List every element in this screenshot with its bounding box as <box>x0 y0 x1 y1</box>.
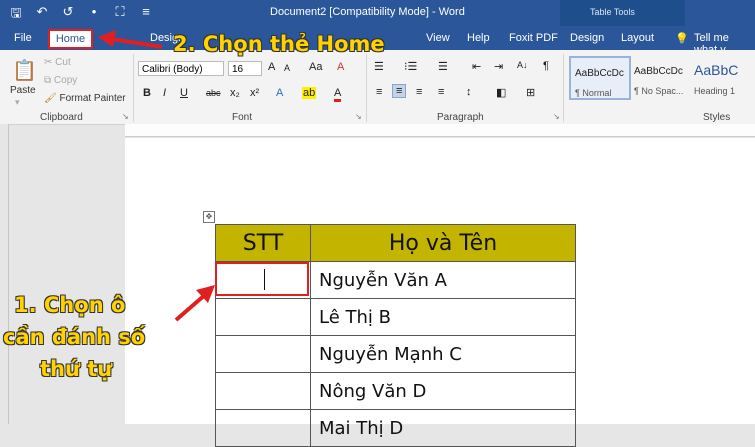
annotation-step-1-line1: 1. Chọn ô <box>14 293 126 317</box>
arrow-to-home-icon <box>98 30 163 49</box>
arrow-to-cell-icon <box>174 285 215 322</box>
annotation-step-1-line2: cần đánh số <box>3 325 146 349</box>
annotation-step-2: 2. Chọn thẻ Home <box>173 32 385 56</box>
annotation-step-1-line3: thứ tự <box>40 357 113 381</box>
annotation-arrows <box>98 30 215 322</box>
